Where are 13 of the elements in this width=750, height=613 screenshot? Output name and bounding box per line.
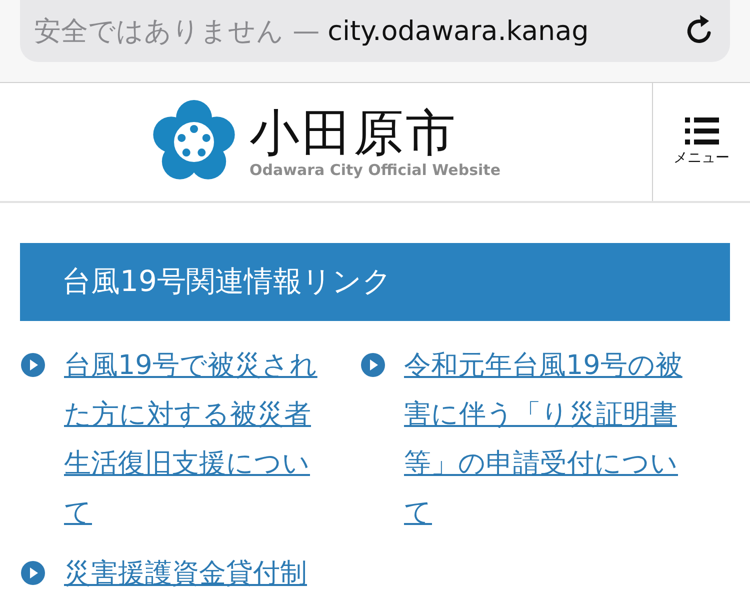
menu-icon — [684, 117, 718, 145]
logo-title: 小田原市 — [250, 106, 458, 160]
news-link[interactable]: 災害援護資金貸付制 — [64, 549, 334, 598]
news-link[interactable]: 台風19号で被災された方に対する被災者生活復旧支援について — [64, 341, 334, 537]
bullet-icon — [20, 560, 46, 586]
bullet-icon — [360, 352, 386, 378]
url-text: city.odawara.kanag — [328, 16, 590, 46]
security-label: 安全ではありません — — [34, 15, 320, 49]
address-bar[interactable]: 安全ではありません — city.odawara.kanag — [20, 0, 730, 62]
section-heading: 台風19号関連情報リンク — [20, 243, 730, 321]
bullet-icon — [20, 352, 46, 378]
logo-subtitle: Odawara City Official Website — [250, 160, 500, 178]
news-link[interactable]: 令和元年台風19号の被害に伴う「り災証明書等」の申請受付について — [404, 341, 700, 537]
